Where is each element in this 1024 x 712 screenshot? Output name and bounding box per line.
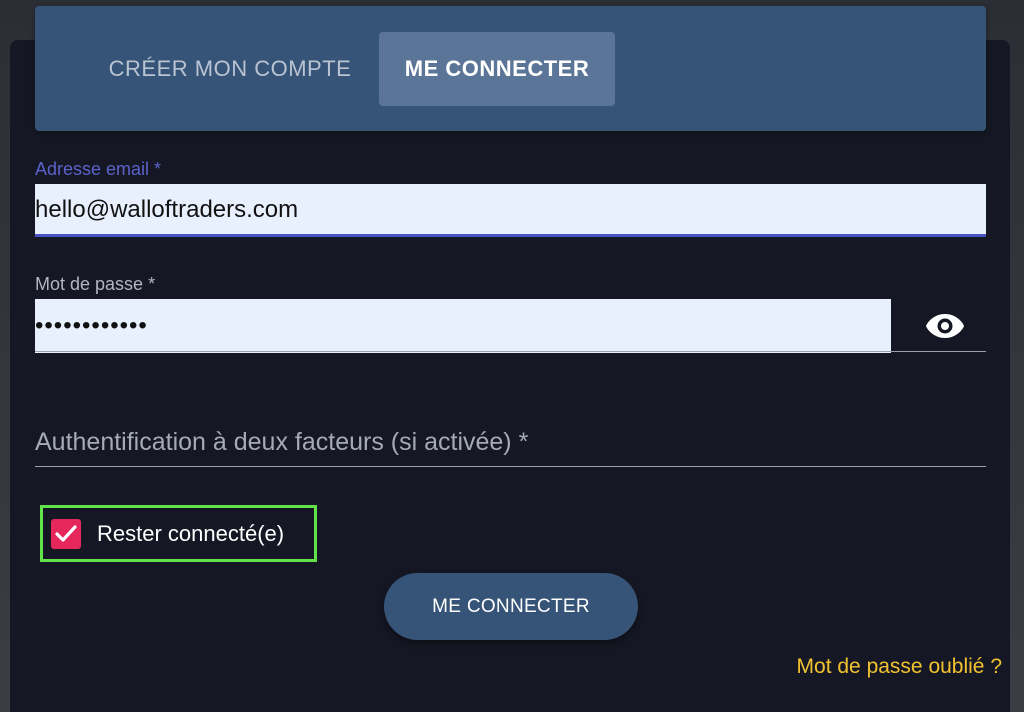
auth-tabs: CRÉER MON COMPTE ME CONNECTER bbox=[35, 6, 986, 131]
email-label: Adresse email * bbox=[35, 159, 162, 179]
checkmark-icon bbox=[55, 524, 77, 542]
eye-icon bbox=[926, 314, 964, 338]
twofa-input[interactable] bbox=[35, 418, 986, 466]
checkbox-box bbox=[51, 518, 81, 549]
email-input[interactable] bbox=[35, 184, 986, 235]
show-password-button[interactable] bbox=[924, 310, 966, 342]
password-label: Mot de passe * bbox=[35, 274, 156, 294]
remember-me-label: Rester connecté(e) bbox=[97, 520, 285, 546]
tab-login[interactable]: ME CONNECTER bbox=[379, 32, 615, 106]
password-underline bbox=[35, 351, 986, 352]
remember-me-checkbox[interactable]: Rester connecté(e) bbox=[40, 505, 317, 562]
password-input[interactable] bbox=[35, 299, 891, 353]
twofa-underline bbox=[35, 466, 986, 467]
email-underline bbox=[35, 234, 986, 237]
tab-create-account[interactable]: CRÉER MON COMPTE bbox=[95, 32, 365, 106]
forgot-password-link[interactable]: Mot de passe oublié ? bbox=[797, 655, 1002, 679]
login-button[interactable]: ME CONNECTER bbox=[384, 573, 638, 640]
